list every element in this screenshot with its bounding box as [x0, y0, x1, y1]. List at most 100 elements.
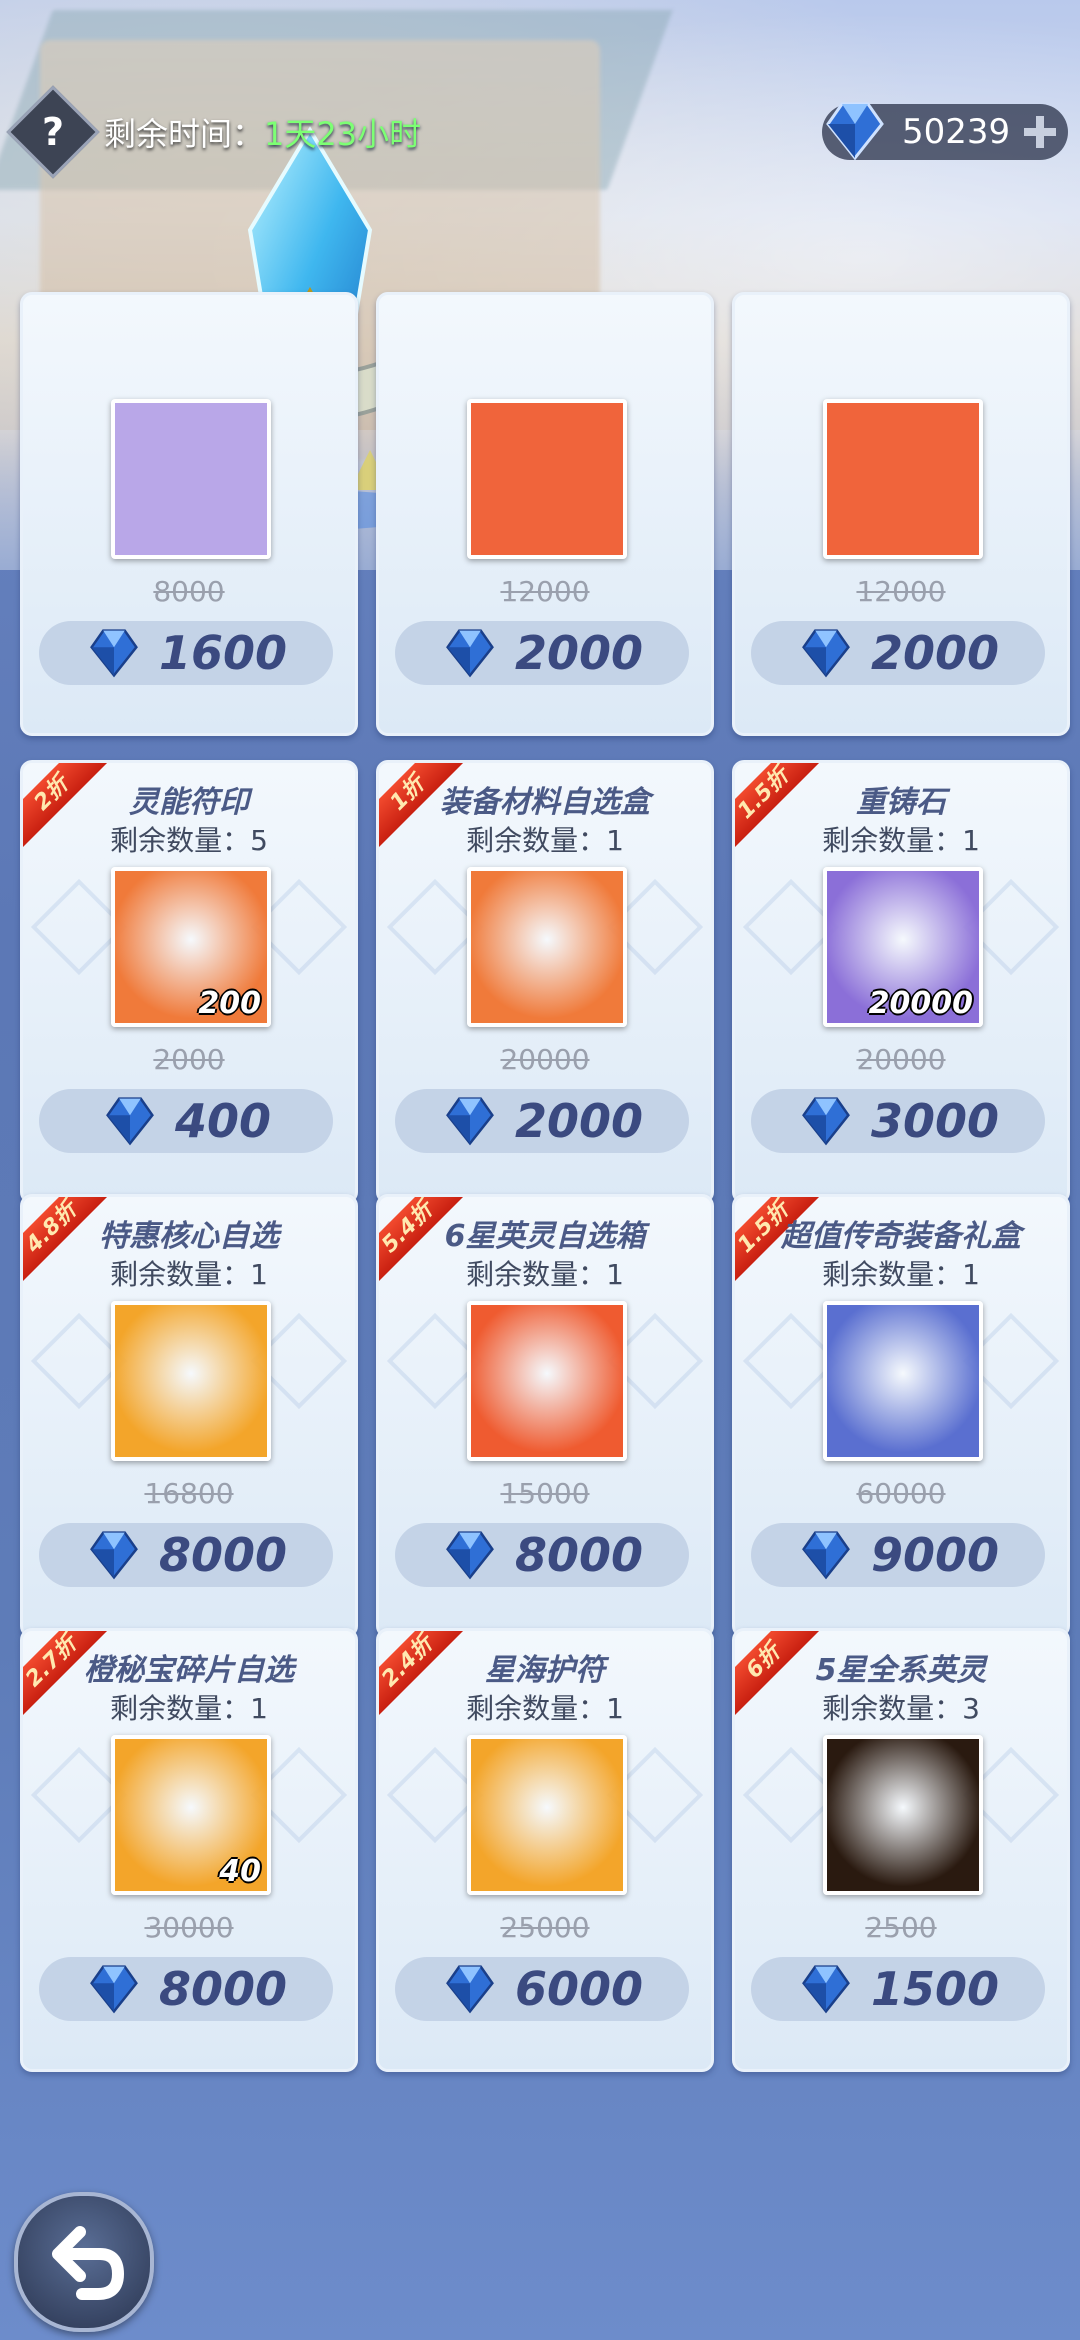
price-value: 8000: [158, 1962, 288, 2016]
remaining-label: 剩余数量：: [822, 1692, 963, 1725]
original-price: 12000: [500, 575, 590, 608]
item-quantity: 200: [198, 986, 261, 1021]
diamond-icon: [446, 1531, 494, 1580]
buy-button[interactable]: 8000: [39, 1523, 333, 1587]
reforge-stone-icon: 20000: [823, 867, 983, 1027]
remaining-time: ? 剩余时间： 1天23小时: [6, 85, 422, 179]
diamond-count: 50239: [902, 112, 1011, 152]
buy-button[interactable]: 1500: [751, 1957, 1045, 2021]
item-icon: [823, 399, 983, 559]
timer-value: 1天23小时: [264, 115, 422, 153]
shop-item-card[interactable]: 12000 2000: [732, 292, 1070, 736]
buy-button[interactable]: 400: [39, 1089, 333, 1153]
original-price: 25000: [500, 1911, 590, 1944]
remaining-value: 1: [250, 1258, 268, 1291]
diamond-icon: [802, 1531, 850, 1580]
original-price: 60000: [856, 1477, 946, 1510]
buy-button[interactable]: 8000: [39, 1957, 333, 2021]
treasure-chest-icon: 40: [111, 1735, 271, 1895]
remaining-value: 1: [606, 824, 624, 857]
original-price: 16800: [144, 1477, 234, 1510]
back-arrow-icon: [52, 2226, 124, 2300]
item-name: 装备材料自选盒: [440, 785, 650, 820]
buy-button[interactable]: 2000: [395, 1089, 689, 1153]
buy-button[interactable]: 1600: [39, 621, 333, 685]
item-name: 橙秘宝碎片自选: [84, 1653, 294, 1688]
price-value: 2000: [514, 626, 644, 680]
buy-button[interactable]: 9000: [751, 1523, 1045, 1587]
diamond-icon: [802, 1965, 850, 2014]
shop-item-card[interactable]: 12000 2000: [376, 292, 714, 736]
psychic-seal-icon: 200: [111, 867, 271, 1027]
shop-item-card[interactable]: 1.5折 超值传奇装备礼盒 剩余数量：1 60000 9000: [732, 1194, 1070, 1638]
price-value: 8000: [514, 1528, 644, 1582]
buy-button[interactable]: 8000: [395, 1523, 689, 1587]
remaining-value: 1: [250, 1692, 268, 1725]
item-icon: [467, 399, 627, 559]
remaining-quantity: 剩余数量：1: [735, 819, 1067, 859]
amulet-icon: [467, 1735, 627, 1895]
shop-item-card[interactable]: 4.8折 特惠核心自选 剩余数量：1 16800 8000: [20, 1194, 358, 1638]
item-name: 重铸石: [856, 785, 946, 820]
original-price: 15000: [500, 1477, 590, 1510]
hero-helmet-icon: [467, 1301, 627, 1461]
price-value: 6000: [514, 1962, 644, 2016]
core-card-icon: [111, 1301, 271, 1461]
price-value: 3000: [870, 1094, 1000, 1148]
original-price: 2500: [865, 1911, 937, 1944]
original-price: 20000: [500, 1043, 590, 1076]
armor-box-icon: [467, 867, 627, 1027]
buy-button[interactable]: 2000: [751, 621, 1045, 685]
item-icon: [111, 399, 271, 559]
remaining-value: 1: [962, 824, 980, 857]
remaining-quantity: 剩余数量：1: [23, 1253, 355, 1293]
original-price: 8000: [153, 575, 225, 608]
remaining-value: 1: [962, 1258, 980, 1291]
shop-item-card[interactable]: 2.7折 橙秘宝碎片自选 剩余数量：1 40 30000 8000: [20, 1628, 358, 2072]
remaining-label: 剩余数量：: [466, 1692, 607, 1725]
price-value: 2000: [514, 1094, 644, 1148]
original-price: 12000: [856, 575, 946, 608]
shop-item-card[interactable]: 2折 灵能符印 剩余数量：5 200 2000 400: [20, 760, 358, 1204]
item-name: 特惠核心自选: [99, 1219, 279, 1254]
legendary-armor-icon: [823, 1301, 983, 1461]
diamond-icon: [446, 629, 494, 678]
remaining-label: 剩余数量：: [466, 1258, 607, 1291]
remaining-quantity: 剩余数量：5: [23, 819, 355, 859]
shop-item-card[interactable]: 5.4折 6星英灵自选箱 剩余数量：1 15000 8000: [376, 1194, 714, 1638]
diamond-icon: [90, 629, 138, 678]
diamond-icon: [106, 1097, 154, 1146]
remaining-label: 剩余数量：: [466, 824, 607, 857]
remaining-label: 剩余数量：: [110, 1692, 251, 1725]
diamond-icon: [90, 1531, 138, 1580]
item-name: 超值传奇装备礼盒: [781, 1219, 1021, 1254]
remaining-label: 剩余数量：: [110, 1258, 251, 1291]
buy-button[interactable]: 2000: [395, 621, 689, 685]
remaining-quantity: 剩余数量：1: [379, 1687, 711, 1727]
price-value: 8000: [158, 1528, 288, 1582]
price-value: 400: [174, 1094, 272, 1148]
item-name: 灵能符印: [129, 785, 249, 820]
item-name: 6星英灵自选箱: [444, 1219, 646, 1254]
plus-icon[interactable]: [1016, 108, 1064, 156]
buy-button[interactable]: 3000: [751, 1089, 1045, 1153]
back-button[interactable]: [14, 2192, 154, 2332]
shop-item-card[interactable]: 1折 装备材料自选盒 剩余数量：1 20000 2000: [376, 760, 714, 1204]
help-icon: ?: [41, 109, 65, 154]
item-quantity: 40: [219, 1854, 261, 1889]
diamond-icon: [802, 1097, 850, 1146]
timer-label: 剩余时间：: [104, 115, 265, 153]
buy-button[interactable]: 6000: [395, 1957, 689, 2021]
remaining-value: 1: [606, 1258, 624, 1291]
diamond-balance: 50239: [822, 102, 1068, 161]
price-value: 1500: [870, 1962, 1000, 2016]
item-name: 星海护符: [485, 1653, 605, 1688]
original-price: 30000: [144, 1911, 234, 1944]
diamond-icon: [446, 1965, 494, 2014]
remaining-quantity: 剩余数量：3: [735, 1687, 1067, 1727]
shop-item-card[interactable]: 8000 1600: [20, 292, 358, 736]
shop-item-card[interactable]: 2.4折 星海护符 剩余数量：1 25000 6000: [376, 1628, 714, 2072]
shop-item-card[interactable]: 1.5折 重铸石 剩余数量：1 20000 20000 3000: [732, 760, 1070, 1204]
diamond-icon: [90, 1965, 138, 2014]
shop-item-card[interactable]: 6折 5星全系英灵 剩余数量：3 2500 1500: [732, 1628, 1070, 2072]
